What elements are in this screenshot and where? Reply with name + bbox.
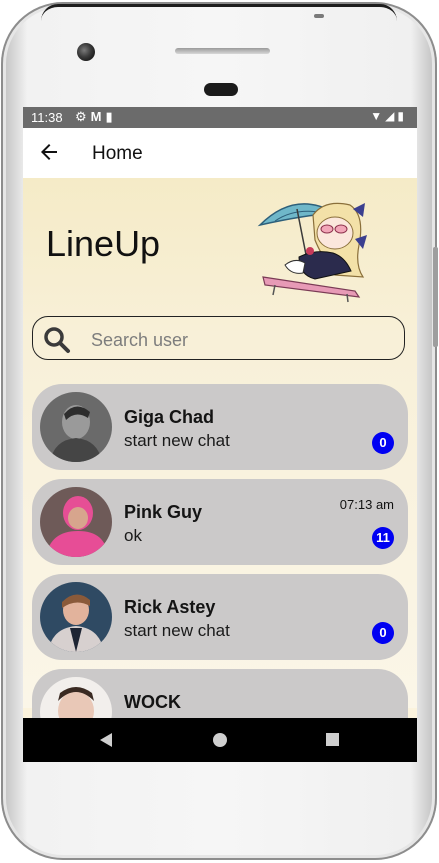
avatar	[40, 487, 112, 557]
brand-title: LineUp	[46, 223, 161, 264]
signal-icon: ◢	[385, 109, 398, 123]
status-bar: 11:38 ⚙M▮ ▼◢▮	[23, 107, 417, 128]
phone-top-edge	[41, 4, 397, 21]
search-input[interactable]	[89, 326, 393, 354]
search-bar[interactable]	[32, 316, 405, 360]
chat-last-message: start new chat	[124, 621, 230, 640]
gmail-icon: M	[90, 109, 106, 124]
status-time: 11:38	[31, 110, 63, 125]
chat-item-pink-guy[interactable]: Pink Guy ok 07:13 am 11	[32, 479, 408, 565]
avatar	[40, 582, 112, 652]
status-notification-icons: ⚙M▮	[75, 109, 117, 125]
volume-button	[433, 247, 438, 347]
phone-screen: 11:38 ⚙M▮ ▼◢▮ Home LineUp Search user Gi…	[23, 107, 417, 762]
system-nav-bar	[23, 718, 417, 762]
search-icon	[44, 327, 70, 353]
nav-recents-icon[interactable]	[326, 733, 339, 746]
mascot-image	[257, 202, 367, 303]
app-bar: Home	[23, 128, 417, 178]
battery-icon: ▮	[397, 109, 407, 123]
chat-last-message: ok	[124, 526, 142, 545]
wifi-icon: ▼	[370, 109, 386, 123]
front-camera	[77, 43, 95, 61]
chat-name: Rick Astey	[124, 597, 216, 617]
page-title: Home	[92, 143, 143, 164]
arrow-left-icon	[41, 144, 57, 160]
chat-name: Pink Guy	[124, 502, 203, 522]
phone-frame: 11:38 ⚙M▮ ▼◢▮ Home LineUp Search user Gi…	[1, 2, 438, 860]
avatar	[40, 392, 112, 462]
status-system-icons: ▼◢▮	[370, 109, 407, 123]
chat-item-rick-astey[interactable]: Rick Astey start new chat 0	[32, 574, 408, 660]
back-button[interactable]	[37, 140, 61, 164]
proximity-sensor	[204, 83, 238, 96]
chat-last-message: start new chat	[124, 431, 230, 450]
nav-home-icon[interactable]	[213, 733, 227, 747]
earpiece-speaker	[175, 48, 270, 54]
unread-badge: 0	[372, 432, 394, 454]
chat-name: WOCK	[124, 692, 181, 712]
unread-badge: 11	[372, 527, 394, 549]
gear-icon: ⚙	[75, 109, 91, 124]
chat-item-giga-chad[interactable]: Giga Chad start new chat 0	[32, 384, 408, 470]
chat-time: 07:13 am	[339, 497, 394, 512]
chat-name: Giga Chad	[124, 407, 215, 427]
unread-badge: 0	[372, 622, 394, 644]
nav-back-icon[interactable]	[98, 732, 114, 748]
sd-card-icon: ▮	[105, 109, 117, 124]
power-button	[314, 14, 324, 18]
home-content: LineUp Search user Giga Chad start new c…	[23, 178, 417, 755]
